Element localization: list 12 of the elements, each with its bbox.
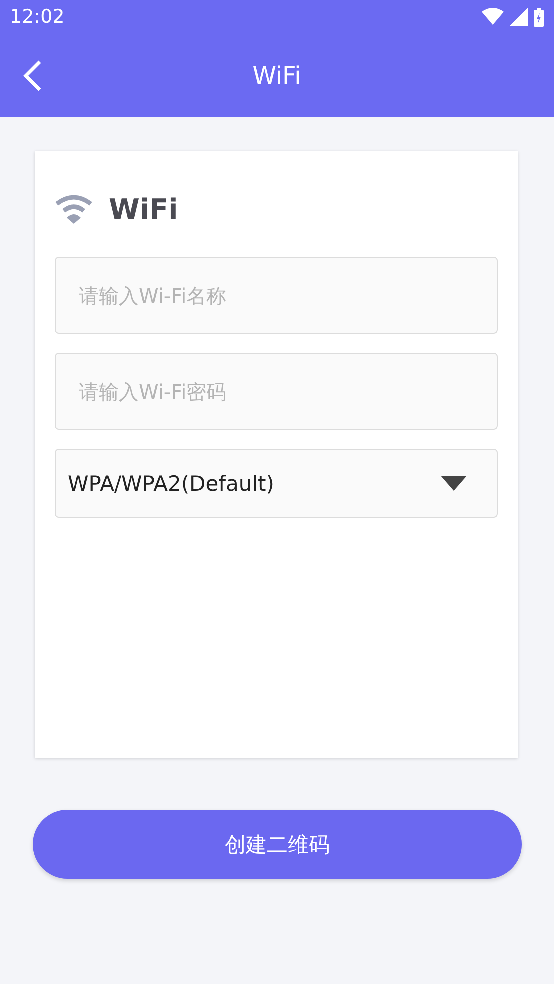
header-title: WiFi (252, 62, 302, 90)
wifi-signal-icon (482, 8, 504, 26)
card-title: WiFi (109, 193, 178, 226)
create-qr-button[interactable]: 创建二维码 (33, 810, 522, 879)
dropdown-arrow-icon (441, 476, 467, 491)
battery-icon (534, 8, 544, 26)
input-field[interactable]: 请输入Wi-Fi名称 (55, 257, 498, 334)
input-field[interactable]: 请输入Wi-Fi密码 (55, 353, 498, 430)
status-time: 12:02 (10, 6, 65, 28)
security-dropdown[interactable]: WPA/WPA2(Default) (55, 449, 498, 518)
wifi-icon (55, 194, 93, 224)
cell-signal-icon (510, 8, 528, 26)
